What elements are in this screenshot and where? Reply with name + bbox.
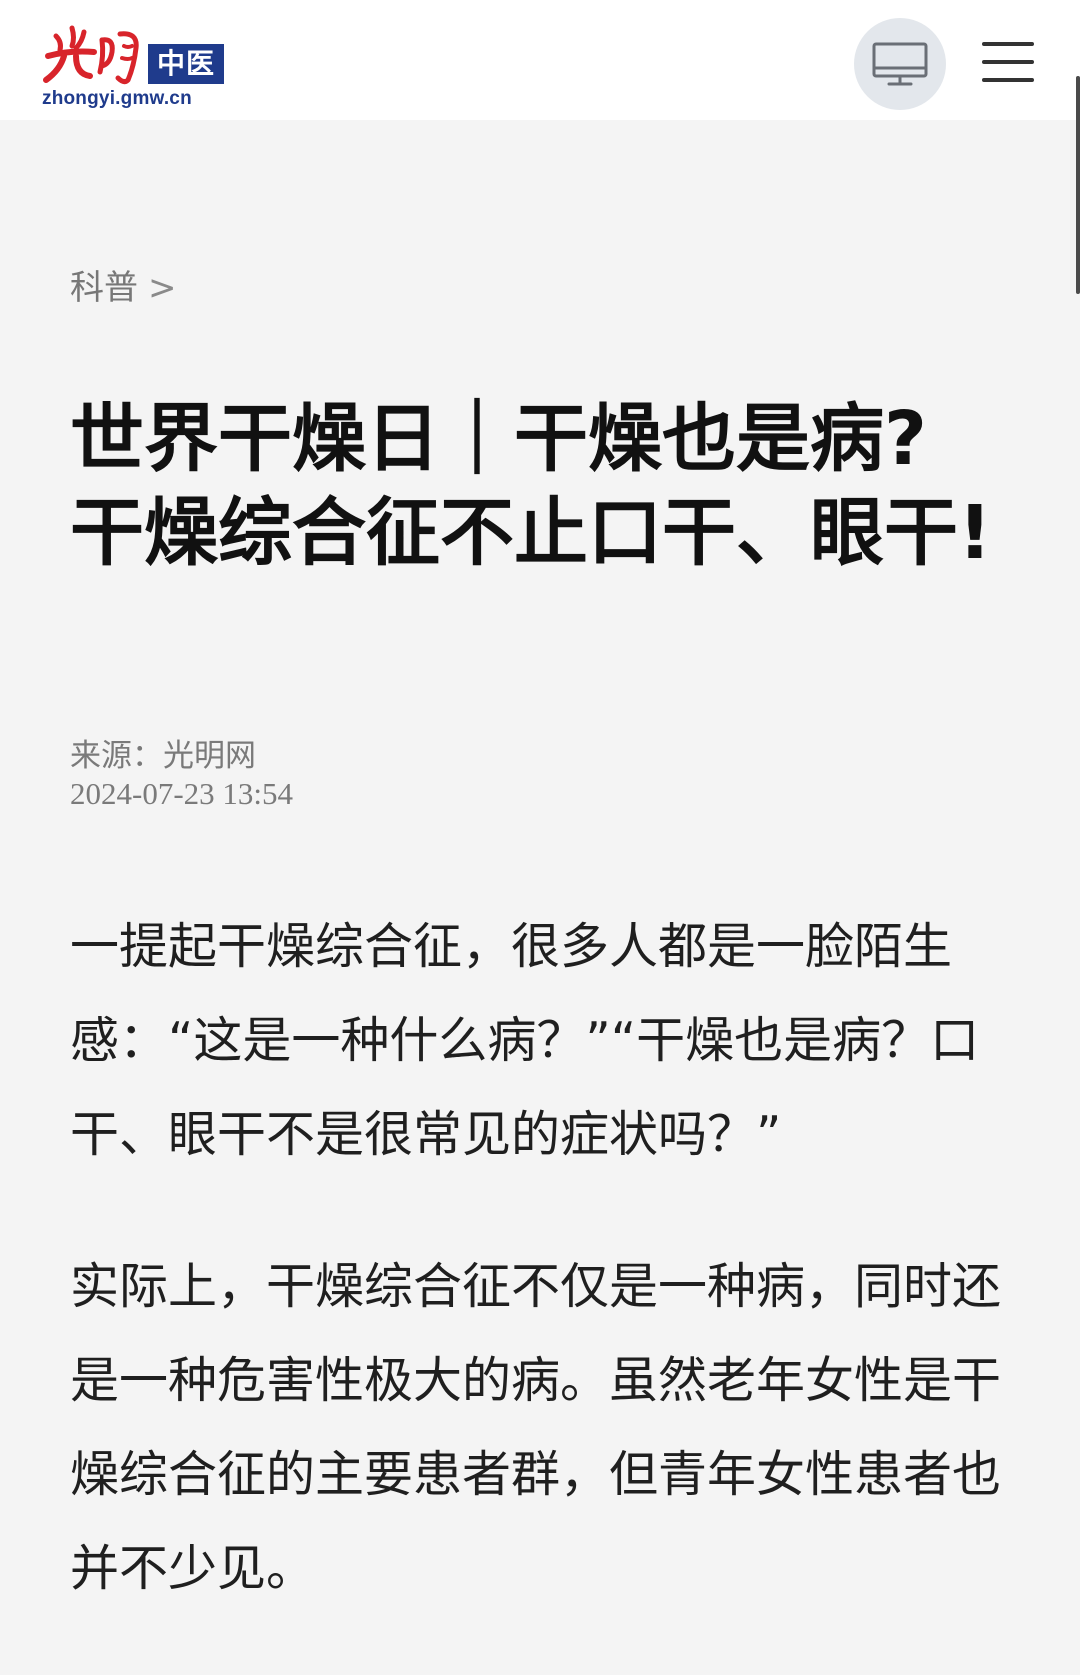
article-source: 来源：光明网 bbox=[70, 738, 256, 774]
article-paragraph: 一提起干燥综合征，很多人都是一脸陌生感：“这是一种什么病？”“干燥也是病？口干、… bbox=[70, 918, 980, 1163]
desktop-version-button[interactable] bbox=[854, 18, 946, 110]
breadcrumb-separator: > bbox=[148, 268, 177, 308]
site-header: 中医 zhongyi.gmw.cn bbox=[0, 0, 1080, 120]
logo-badge: 中医 bbox=[148, 44, 224, 84]
hamburger-menu-icon bbox=[982, 42, 1034, 82]
article-title: 世界干燥日｜干燥也是病?干燥综合征不止口干、眼干! bbox=[70, 396, 992, 576]
logo-url: zhongyi.gmw.cn bbox=[42, 88, 192, 109]
site-logo[interactable]: 中医 zhongyi.gmw.cn bbox=[42, 22, 242, 112]
breadcrumb-category[interactable]: 科普 bbox=[70, 268, 138, 308]
article-paragraph: 实际上，干燥综合征不仅是一种病，同时还是一种危害性极大的病。虽然老年女性是干燥综… bbox=[70, 1258, 1002, 1597]
desktop-monitor-icon bbox=[872, 42, 928, 86]
menu-button[interactable] bbox=[980, 36, 1036, 88]
breadcrumb[interactable]: 科普 > bbox=[70, 260, 177, 309]
page-scrollbar[interactable] bbox=[1076, 76, 1080, 294]
article-date: 2024-07-23 13:54 bbox=[70, 776, 294, 811]
guangming-calligraphy-logo bbox=[43, 25, 139, 85]
